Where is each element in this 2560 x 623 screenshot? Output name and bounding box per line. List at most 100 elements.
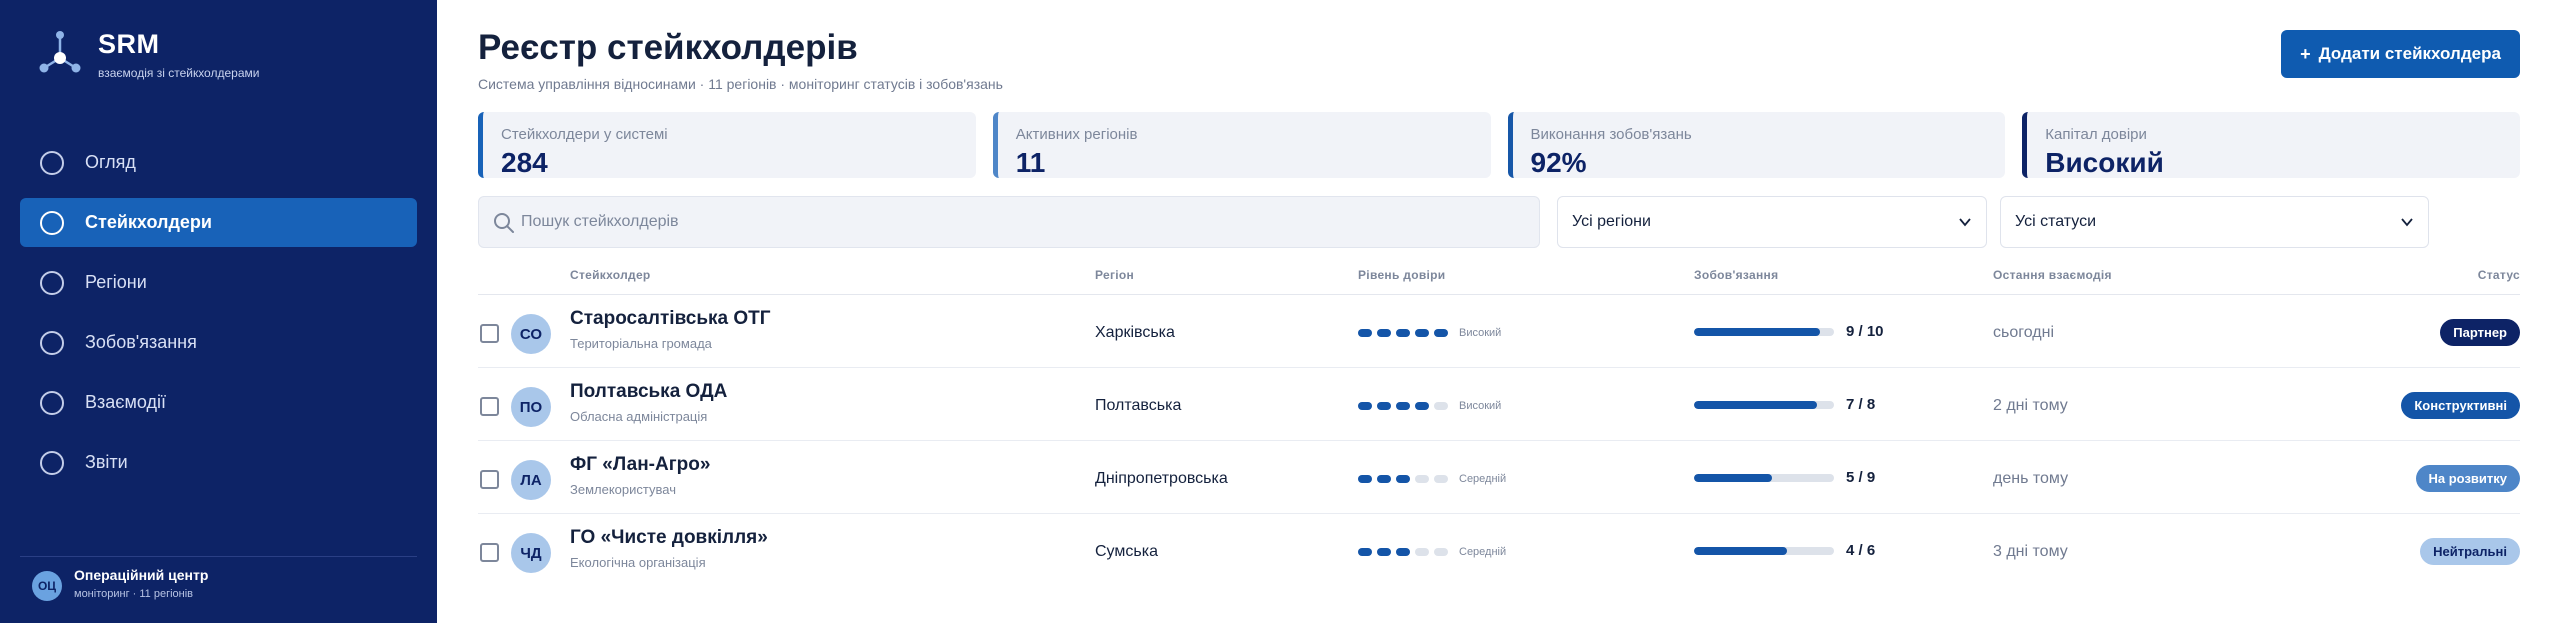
column-header-trust[interactable]: Рівень довіри <box>1358 268 1445 282</box>
trust-segment <box>1358 402 1372 410</box>
sidebar-item-regions[interactable]: Регіони <box>20 258 417 307</box>
region-filter-select[interactable]: Усі регіони <box>1557 196 1987 248</box>
stat-card: Стейкхолдери у системі 284 <box>478 112 976 178</box>
trust-label: Високий <box>1459 327 1502 339</box>
stat-card: Капітал довіри Високий <box>2022 112 2520 178</box>
main-content: Реєстр стейкхолдерів Система управління … <box>478 0 2520 623</box>
table-row[interactable]: ПО Полтавська ОДА Обласна адміністрація Пол… <box>478 368 2520 441</box>
last-interaction: 2 дні тому <box>1993 397 2068 414</box>
trust-segment <box>1396 329 1410 337</box>
sidebar-item-reports[interactable]: Звіти <box>20 438 417 487</box>
operator-subtitle: моніторинг · 11 регіонів <box>74 588 194 600</box>
page-title: Реєстр стейкхолдерів <box>478 28 858 67</box>
commitment-progress-fill <box>1694 474 1772 482</box>
sidebar-item-stakeholders[interactable]: Стейкхолдери <box>20 198 417 247</box>
sidebar-item-commitments[interactable]: Зобов'язання <box>20 318 417 367</box>
stakeholder-type: Землекористувач <box>570 482 676 497</box>
column-header-commitments[interactable]: Зобов'язання <box>1694 268 1778 282</box>
plus-icon: + <box>2300 43 2311 64</box>
trust-segment <box>1434 475 1448 483</box>
status-filter-select[interactable]: Усі статуси <box>2000 196 2429 248</box>
trust-meter: Середній <box>1358 473 1506 485</box>
stakeholder-name[interactable]: Старосалтівська ОТГ <box>570 308 771 330</box>
trust-label: Високий <box>1459 400 1502 412</box>
commitment-progress-fill <box>1694 547 1788 555</box>
column-header-stakeholder[interactable]: Стейкхолдер <box>570 268 651 282</box>
chevron-down-icon <box>2401 218 2413 227</box>
commitment-progress-fill <box>1694 328 1820 336</box>
trust-segment <box>1377 402 1391 410</box>
region-cell: Дніпропетровська <box>1095 470 1228 487</box>
trust-segment <box>1358 548 1372 556</box>
region-cell: Харківська <box>1095 324 1175 341</box>
status-badge: На розвитку <box>2415 465 2520 492</box>
trust-segment <box>1415 475 1429 483</box>
column-header-region[interactable]: Регіон <box>1095 268 1134 282</box>
stat-value: 92% <box>1530 147 1587 178</box>
trust-segment <box>1377 329 1391 337</box>
stat-card: Виконання зобов'язань 92% <box>1507 112 2006 178</box>
operator-profile[interactable]: ОЦ Операційний центр моніторинг · 11 рег… <box>0 556 437 623</box>
commitment-progress-bar <box>1694 474 1834 482</box>
last-interaction: 3 дні тому <box>1993 543 2068 560</box>
row-checkbox[interactable] <box>480 543 499 562</box>
commitment-count: 4 / 6 <box>1846 542 1876 559</box>
stat-card: Активних регіонів 11 <box>992 112 1491 178</box>
commitment-count: 7 / 8 <box>1846 396 1876 413</box>
trust-meter: Середній <box>1358 546 1506 558</box>
table-row[interactable]: СО Старосалтівська ОТГ Територіальна грома… <box>478 295 2520 368</box>
sidebar-item-interactions[interactable]: Взаємодії <box>20 378 417 427</box>
add-stakeholder-label: Додати стейкхолдера <box>2318 44 2501 63</box>
trust-segment <box>1377 548 1391 556</box>
table-row[interactable]: ЧД ГО «Чисте довкілля» Екологічна організа… <box>478 514 2520 587</box>
region-cell: Полтавська <box>1095 397 1182 414</box>
search-box <box>478 196 1540 248</box>
circle-icon <box>40 210 64 235</box>
trust-segment <box>1415 548 1429 556</box>
search-input[interactable] <box>521 197 1521 247</box>
trust-segment <box>1377 475 1391 483</box>
stakeholder-name[interactable]: ФГ «Лан-Агро» <box>570 454 710 476</box>
sidebar-divider <box>20 556 417 557</box>
brand[interactable]: SRM взаємодія зі стейкхолдерами <box>36 28 259 80</box>
stat-label: Виконання зобов'язань <box>1530 126 1692 143</box>
circle-icon <box>40 330 64 355</box>
sidebar-item-overview[interactable]: Огляд <box>20 138 417 187</box>
table-row[interactable]: ЛА ФГ «Лан-Агро» Землекористувач Дніпропетр… <box>478 441 2520 514</box>
commitment-progress-bar <box>1694 547 1834 555</box>
region-filter-value: Усі регіони <box>1572 213 1651 230</box>
avatar: ЛА <box>511 460 551 500</box>
stakeholder-table: Стейкхолдер Регіон Рівень довіри Зобов'я… <box>478 262 2520 587</box>
stakeholder-name[interactable]: Полтавська ОДА <box>570 381 727 403</box>
stat-value: Високий <box>2045 147 2164 178</box>
stakeholder-type: Обласна адміністрація <box>570 409 708 424</box>
commitment-progress-bar <box>1694 401 1834 409</box>
stat-value: 11 <box>1015 147 1046 178</box>
status-badge: Партнер <box>2440 319 2520 346</box>
sidebar-item-label: Взаємодії <box>85 392 166 412</box>
last-interaction: день тому <box>1993 470 2069 487</box>
avatar: ОЦ <box>32 571 62 601</box>
stakeholder-type: Екологічна організація <box>570 555 706 570</box>
table-header: Стейкхолдер Регіон Рівень довіри Зобов'я… <box>478 262 2520 295</box>
stats-row: Стейкхолдери у системі 284 Активних регі… <box>478 112 2520 178</box>
commitment-progress-bar <box>1694 328 1834 336</box>
column-header-status[interactable]: Статус <box>2478 268 2520 282</box>
trust-segment <box>1358 329 1372 337</box>
sidebar-item-label: Звіти <box>85 452 128 472</box>
trust-segment <box>1415 402 1429 410</box>
stakeholder-name[interactable]: ГО «Чисте довкілля» <box>570 527 768 549</box>
row-checkbox[interactable] <box>480 324 499 343</box>
add-stakeholder-button[interactable]: + Додати стейкхолдера <box>2281 30 2520 78</box>
stat-label: Капітал довіри <box>2045 126 2147 143</box>
row-checkbox[interactable] <box>480 397 499 416</box>
trust-segment <box>1396 548 1410 556</box>
stat-label: Активних регіонів <box>1015 126 1138 143</box>
circle-icon <box>40 270 64 295</box>
row-checkbox[interactable] <box>480 470 499 489</box>
trust-segment <box>1396 402 1410 410</box>
column-header-last-interaction[interactable]: Остання взаємодія <box>1993 268 2112 282</box>
sidebar-item-label: Огляд <box>85 152 136 172</box>
region-cell: Сумська <box>1095 543 1158 560</box>
trust-segment <box>1415 329 1429 337</box>
